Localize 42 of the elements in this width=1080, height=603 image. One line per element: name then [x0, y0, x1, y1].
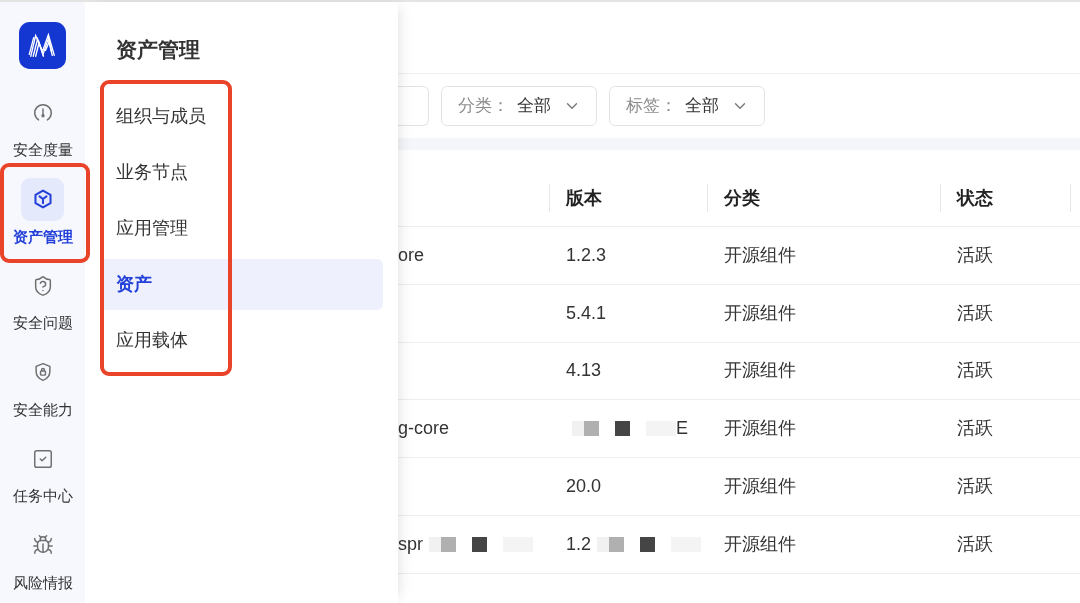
table-cell-text: spr — [398, 532, 423, 556]
table-cell: 开源组件 — [724, 360, 796, 381]
panel-title: 资产管理 — [115, 37, 201, 63]
column-header: 版本 — [565, 186, 602, 210]
nav-item[interactable]: 任务中心 — [12, 437, 73, 506]
table-cell-text: g-core — [398, 417, 450, 441]
column-header: 分类 — [723, 186, 760, 210]
table-cell: 活跃 — [957, 476, 993, 497]
nav-item[interactable]: 安全度量 — [12, 91, 73, 160]
table-cell-text: 4.13 — [566, 359, 602, 383]
table-cell-text: 20.0 — [566, 475, 602, 499]
table-cell: 活跃 — [957, 302, 993, 323]
table-cell-text: 1.2.3 — [566, 243, 607, 267]
table-cell: 活跃 — [957, 244, 993, 265]
filter-dropdown[interactable]: 分类： 全部 — [441, 86, 597, 126]
menu-item[interactable]: 组织与成员 — [100, 90, 383, 142]
nav-item[interactable]: 风险情报 — [12, 523, 73, 593]
column-header: 状态 — [955, 186, 993, 210]
table-cell: 开源组件 — [724, 302, 796, 323]
table-cell: 活跃 — [957, 360, 993, 381]
table-cell-text: E — [676, 417, 688, 441]
filter-dropdown[interactable]: 标签： 全部 — [609, 86, 765, 126]
nav-item[interactable]: 安全能力 — [12, 350, 73, 420]
table-cell: 活跃 — [957, 533, 993, 554]
input-field[interactable] — [398, 86, 429, 126]
gauge-icon — [31, 101, 54, 124]
table-cell: 开源组件 — [724, 533, 796, 554]
table-cell-text: 5.4.1 — [566, 301, 607, 325]
menu-item[interactable]: 业务节点 — [100, 146, 383, 198]
logo-icon[interactable] — [19, 22, 66, 69]
check-square-icon — [31, 447, 54, 470]
menu-item[interactable]: 应用载体 — [100, 314, 383, 366]
table-cell: 活跃 — [957, 418, 993, 439]
nav-item[interactable]: 安全问题 — [12, 264, 73, 333]
nav-item[interactable]: 资产管理 — [12, 177, 73, 247]
table-cell: 开源组件 — [724, 244, 796, 265]
table-cell-text: ore — [398, 243, 424, 267]
table-cell-text: 1.2 — [566, 532, 592, 556]
table-cell: 开源组件 — [724, 418, 796, 439]
bug-icon — [31, 534, 54, 556]
table-cell: 开源组件 — [724, 476, 796, 497]
menu-item[interactable]: 应用管理 — [100, 202, 383, 254]
